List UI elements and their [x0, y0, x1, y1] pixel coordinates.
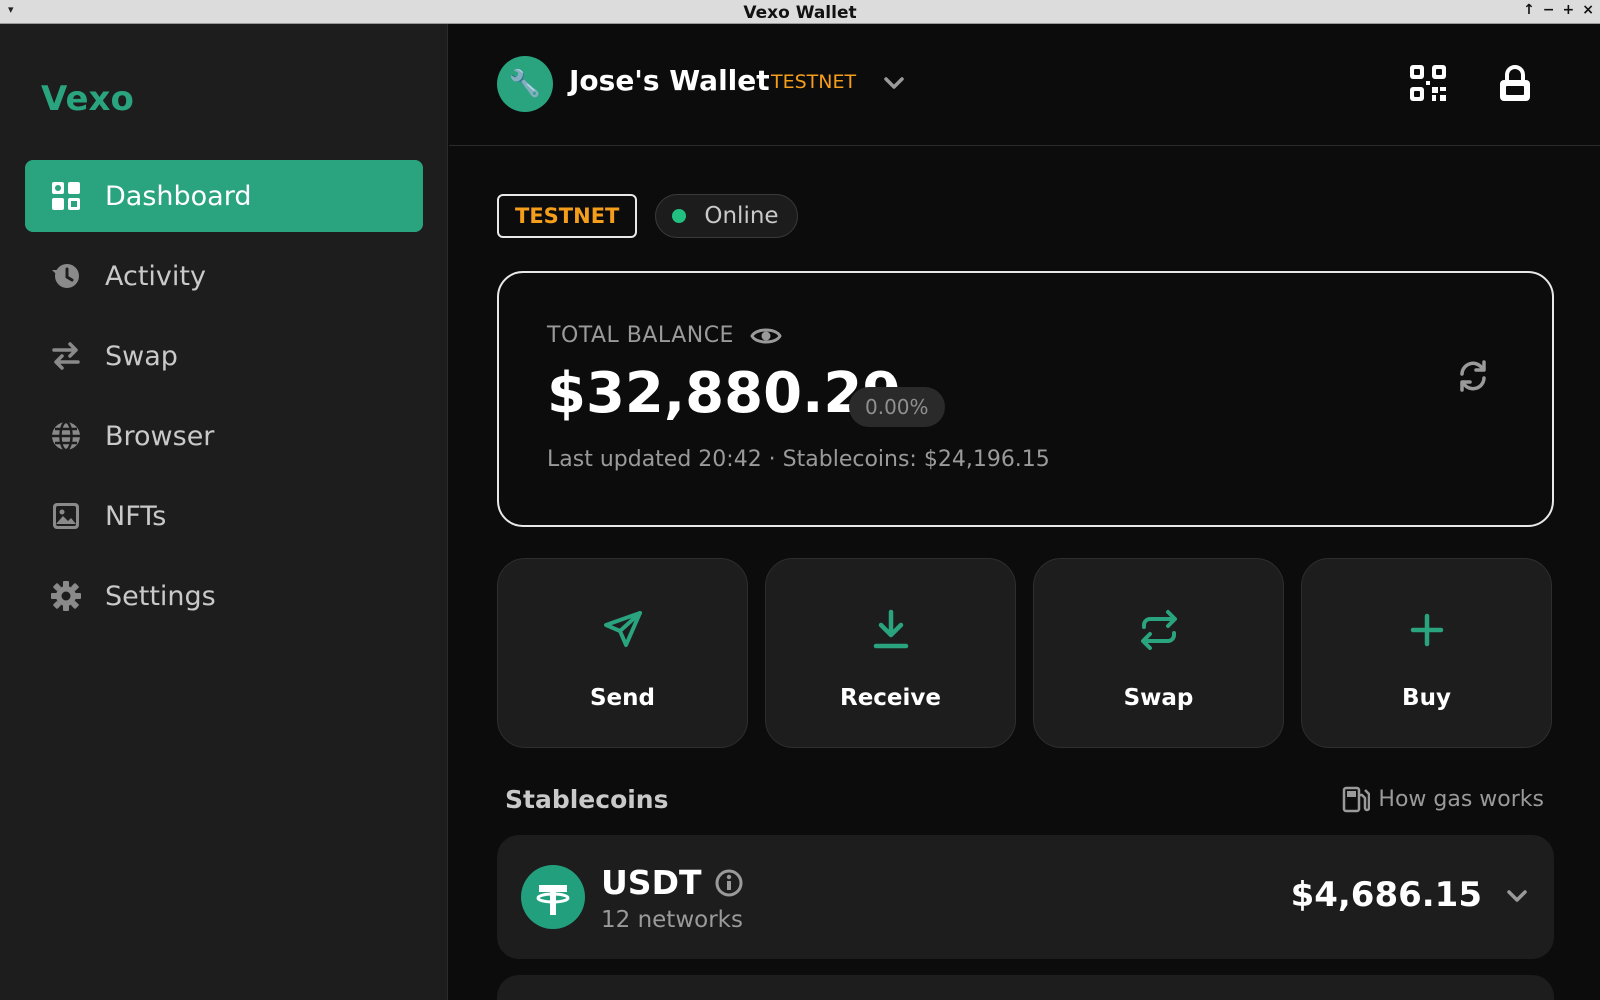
swap-button[interactable]: Swap [1033, 558, 1284, 748]
sidebar-item-label: Browser [105, 420, 215, 452]
stablecoins-heading: Stablecoins [505, 785, 669, 814]
dashboard-main: TESTNET Online TOTAL BALANCE $32,880.29 … [449, 147, 1600, 1000]
connection-status-badge: Online [655, 194, 798, 238]
brand-logo[interactable]: Vexo [41, 79, 134, 119]
sidebar-nav: Dashboard Activity Swap Browser NFTs Set… [25, 160, 423, 640]
gear-icon [49, 579, 83, 613]
refresh-icon[interactable] [1456, 359, 1490, 393]
token-row[interactable] [497, 975, 1554, 1000]
dashboard-icon [49, 179, 83, 213]
token-symbol: USDT [601, 863, 702, 902]
receive-label: Receive [839, 685, 942, 711]
window-title: Vexo Wallet [743, 3, 857, 23]
buy-button[interactable]: Buy [1301, 558, 1552, 748]
token-value: $4,686.15 [1290, 875, 1482, 915]
window-minimize-button[interactable]: − [1543, 2, 1555, 18]
swap-label: Swap [1123, 685, 1194, 711]
quick-actions: Send Receive Swap Buy [497, 558, 1552, 748]
sidebar-item-label: Settings [105, 580, 216, 612]
window-close-button[interactable]: × [1582, 2, 1594, 18]
sidebar-item-label: Swap [105, 340, 178, 372]
sidebar-item-activity[interactable]: Activity [25, 240, 423, 312]
sidebar-item-settings[interactable]: Settings [25, 560, 423, 632]
window-controls: ↑ − + × [1523, 2, 1594, 18]
buy-label: Buy [1402, 685, 1451, 711]
usdt-logo-icon [521, 865, 585, 929]
sidebar-item-label: Dashboard [105, 180, 252, 212]
balance-amount: $32,880.29 [547, 361, 902, 426]
balance-card: TOTAL BALANCE $32,880.29 0.00% Last upda… [497, 271, 1554, 527]
swap-icon [1140, 610, 1177, 650]
sidebar-item-nfts[interactable]: NFTs [25, 480, 423, 552]
gas-pump-icon [1343, 786, 1371, 813]
lock-icon[interactable] [1498, 64, 1532, 102]
sidebar: Vexo Dashboard Activity Swap Browser NFT… [0, 24, 448, 1000]
send-label: Send [589, 685, 655, 711]
wrench-icon: 🔧 [508, 69, 542, 99]
plus-icon [1410, 613, 1443, 647]
balance-change-badge: 0.00% [849, 387, 945, 427]
globe-icon [49, 419, 83, 453]
connection-status-label: Online [704, 203, 779, 229]
balance-label-row: TOTAL BALANCE [547, 323, 782, 348]
wallet-name[interactable]: Jose's Wallet [569, 64, 770, 97]
sidebar-item-label: NFTs [105, 500, 167, 532]
sidebar-item-swap[interactable]: Swap [25, 320, 423, 392]
token-row-usdt[interactable]: USDT 12 networks $4,686.15 [497, 835, 1554, 959]
send-button[interactable]: Send [497, 558, 748, 748]
sidebar-item-dashboard[interactable]: Dashboard [25, 160, 423, 232]
window-titlebar: ▾ Vexo Wallet ↑ − + × [0, 0, 1600, 24]
chevron-down-icon[interactable] [879, 68, 909, 98]
wallet-header: 🔧 Jose's Wallet TESTNET [449, 24, 1600, 146]
status-badges: TESTNET Online [497, 194, 798, 238]
online-dot-icon [672, 209, 687, 223]
qr-code-icon[interactable] [1409, 64, 1447, 102]
download-icon [873, 609, 908, 649]
send-icon [603, 611, 642, 647]
window-raise-button[interactable]: ↑ [1523, 2, 1535, 18]
how-gas-works-label: How gas works [1378, 786, 1544, 812]
chevron-down-icon[interactable] [1502, 881, 1532, 911]
swap-arrows-icon [49, 339, 83, 373]
how-gas-works-link[interactable]: How gas works [1342, 785, 1544, 813]
window-maximize-button[interactable]: + [1563, 2, 1575, 18]
token-networks: 12 networks [601, 907, 743, 933]
wallet-avatar[interactable]: 🔧 [497, 56, 553, 112]
eye-icon[interactable] [750, 325, 782, 347]
token-symbol-row: USDT [601, 863, 743, 902]
sidebar-item-browser[interactable]: Browser [25, 400, 423, 472]
info-icon[interactable] [715, 869, 743, 897]
network-badge: TESTNET [497, 194, 638, 238]
image-icon [49, 499, 83, 533]
sidebar-item-label: Activity [105, 260, 206, 292]
balance-label: TOTAL BALANCE [547, 323, 734, 348]
history-icon [49, 259, 83, 293]
network-label: TESTNET [771, 71, 857, 93]
balance-updated-text: Last updated 20:42 · Stablecoins: $24,19… [547, 447, 1050, 472]
receive-button[interactable]: Receive [765, 558, 1016, 748]
